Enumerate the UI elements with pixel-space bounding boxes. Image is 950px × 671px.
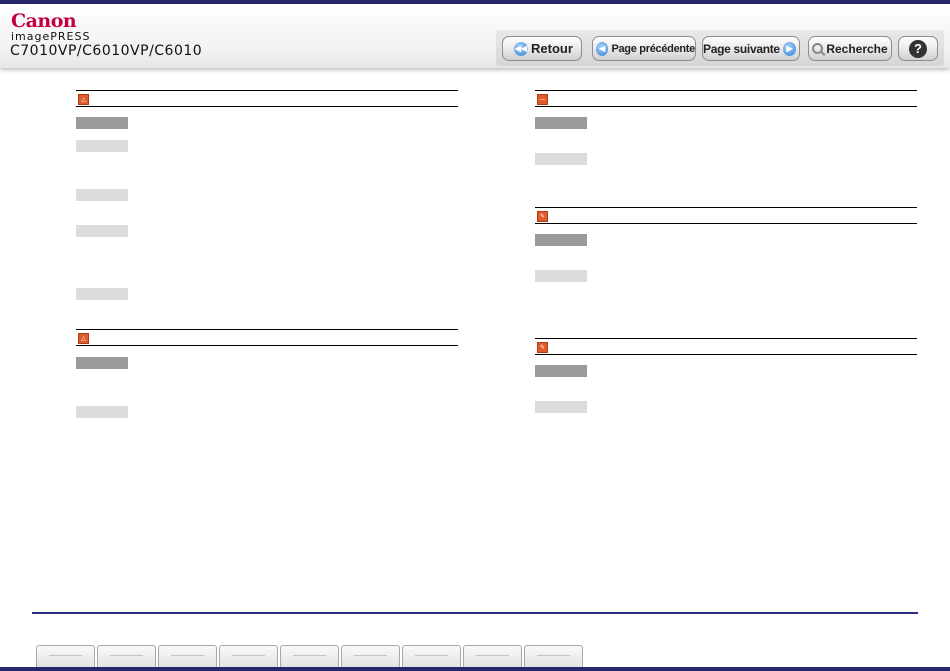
chapter-tab-5[interactable] [280, 645, 339, 667]
left-section-1-header: △ [76, 90, 458, 107]
chapter-tab-3[interactable] [158, 645, 217, 667]
chapter-tab-8[interactable] [463, 645, 522, 667]
right-section-2-header: ✎ [535, 207, 917, 224]
previous-page-button[interactable]: ◀ Page précédente [592, 36, 696, 61]
app-header: Canon imagePRESS C7010VP/C6010VP/C6010 ◀… [0, 4, 950, 68]
back-button-label: Retour [531, 41, 573, 56]
chapter-tab-7[interactable] [402, 645, 461, 667]
warning-icon: △ [78, 94, 89, 105]
right-section-3-header: ✎ [535, 338, 917, 355]
right-section-3-row-2 [535, 401, 587, 413]
product-line: imagePRESS [11, 30, 91, 43]
arrow-right-icon: ▶ [782, 41, 796, 56]
bottom-accent-bar [0, 667, 950, 671]
chapter-tab-2[interactable] [97, 645, 156, 667]
chapter-tab-6[interactable] [341, 645, 400, 667]
help-button[interactable]: ? [898, 36, 938, 61]
previous-page-label: Page précédente [611, 42, 695, 55]
prohibited-icon: — [537, 94, 548, 105]
note-icon: ✎ [537, 211, 548, 222]
left-section-2-row-1 [76, 357, 128, 369]
next-page-label: Page suivante [703, 41, 780, 56]
note-icon: ✎ [537, 342, 548, 353]
right-section-2-row-2 [535, 270, 587, 282]
right-section-2-row-1 [535, 234, 587, 246]
left-section-1-row-2 [76, 140, 128, 152]
search-button-label: Recherche [826, 41, 888, 56]
chapter-tab-4[interactable] [219, 645, 278, 667]
model-name: C7010VP/C6010VP/C6010 [10, 43, 203, 59]
chapter-tab-9[interactable] [524, 645, 583, 667]
magnifier-icon [812, 43, 824, 54]
left-section-2-header: △ [76, 329, 458, 346]
footer-divider [32, 612, 918, 614]
arrow-left-icon: ◀ [596, 41, 609, 56]
left-section-1-row-1 [76, 117, 128, 129]
left-section-1-row-3 [76, 189, 128, 201]
right-section-1-row-2 [535, 153, 587, 165]
navigation-toolbar: ◀◀ Retour ◀ Page précédente Page suivant… [496, 30, 944, 66]
right-section-3-row-1 [535, 365, 587, 377]
left-section-1-row-4 [76, 225, 128, 237]
next-page-button[interactable]: Page suivante ▶ [702, 36, 800, 61]
right-section-1-row-1 [535, 117, 587, 129]
right-section-1-header: — [535, 90, 917, 107]
question-icon: ? [909, 39, 927, 58]
left-section-1-row-5 [76, 288, 128, 300]
warning-icon: △ [78, 333, 89, 344]
chapter-tab-1[interactable] [36, 645, 95, 667]
left-section-2-row-2 [76, 406, 128, 418]
back-button[interactable]: ◀◀ Retour [502, 36, 582, 61]
search-button[interactable]: Recherche [808, 36, 892, 61]
rewind-icon: ◀◀ [514, 41, 529, 56]
canon-logo: Canon [11, 10, 77, 32]
